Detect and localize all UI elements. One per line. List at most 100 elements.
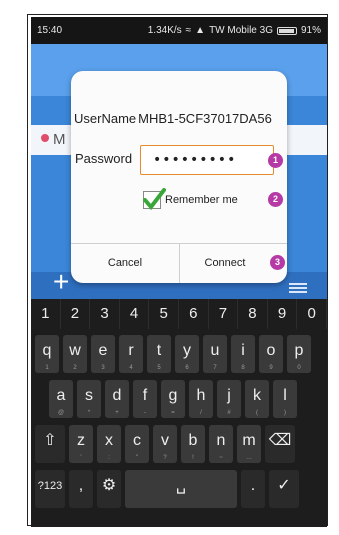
key-g[interactable]: g = bbox=[161, 380, 185, 418]
key-label: q bbox=[42, 342, 52, 359]
key-sublabel: * bbox=[87, 410, 91, 416]
key-k[interactable]: k( bbox=[245, 380, 269, 418]
number-key[interactable]: 0 bbox=[297, 299, 327, 329]
key-label: s bbox=[85, 387, 93, 404]
key-sublabel: 0 bbox=[297, 365, 301, 371]
key-h[interactable]: h / bbox=[189, 380, 213, 418]
key-sublabel: 2 bbox=[73, 365, 77, 371]
key-label: y bbox=[183, 342, 191, 359]
key-sublabel: @ bbox=[57, 410, 65, 416]
number-key[interactable]: 2 bbox=[61, 299, 91, 329]
battery-icon bbox=[276, 26, 297, 35]
status-speed: 1.34K/s bbox=[147, 25, 182, 36]
space-key[interactable]: ␣ bbox=[125, 470, 237, 508]
step-badge-3: 3 bbox=[270, 255, 285, 270]
on-screen-keyboard: 1234567890 q1w2e3r4t5y6u7i8o9p0 a @ s * d + f -… bbox=[31, 299, 327, 527]
key-sublabel: " bbox=[135, 455, 139, 461]
connect-button[interactable]: Connect bbox=[180, 243, 270, 283]
password-value: ••••••••• bbox=[153, 152, 237, 168]
key-b[interactable]: b! bbox=[181, 425, 205, 463]
key-label: k bbox=[253, 387, 261, 404]
key-label: v bbox=[161, 432, 169, 449]
key-sublabel: 5 bbox=[157, 365, 161, 371]
key-i[interactable]: i8 bbox=[231, 335, 255, 373]
number-key[interactable]: 1 bbox=[31, 299, 61, 329]
key-j[interactable]: j # bbox=[217, 380, 241, 418]
key-sublabel: ! bbox=[192, 455, 194, 461]
key-n[interactable]: n ~ bbox=[209, 425, 233, 463]
key-sublabel: 1 bbox=[45, 365, 49, 371]
login-dialog: UserName MHB1-5CF37017DA56 Password •••••… bbox=[71, 71, 287, 283]
status-time: 15:40 bbox=[37, 25, 63, 36]
key-m[interactable]: m… bbox=[237, 425, 261, 463]
key-label: e bbox=[98, 342, 108, 359]
password-label: Password bbox=[75, 151, 133, 166]
key-label: g bbox=[168, 387, 178, 404]
key-z[interactable]: z ' bbox=[69, 425, 93, 463]
key-sublabel: 6 bbox=[185, 365, 189, 371]
globe-icon[interactable]: ⚙ bbox=[97, 470, 121, 508]
key-sublabel: ) bbox=[284, 410, 286, 416]
key-sublabel: # bbox=[227, 410, 231, 416]
key-sublabel: - bbox=[144, 410, 146, 416]
period-key[interactable]: . bbox=[241, 470, 265, 508]
key-sublabel: / bbox=[200, 410, 202, 416]
number-key[interactable]: 3 bbox=[90, 299, 120, 329]
key-label: f bbox=[142, 387, 148, 404]
keyboard-row-2: a @ s * d + f - g = h / j # k(l) bbox=[49, 380, 301, 418]
key-u[interactable]: u7 bbox=[203, 335, 227, 373]
status-carrier: TW Mobile 3G bbox=[209, 25, 273, 36]
menu-icon[interactable] bbox=[289, 283, 307, 293]
list-item-label: M bbox=[53, 131, 66, 148]
key-label: i bbox=[241, 342, 245, 359]
number-key[interactable]: 5 bbox=[149, 299, 179, 329]
key-d[interactable]: d + bbox=[105, 380, 129, 418]
keyboard-row-1: q1w2e3r4t5y6u7i8o9p0 bbox=[35, 335, 315, 373]
key-e[interactable]: e3 bbox=[91, 335, 115, 373]
number-key[interactable]: 9 bbox=[268, 299, 298, 329]
key-label: r bbox=[128, 342, 134, 359]
number-row: 1234567890 bbox=[31, 299, 327, 329]
key-t[interactable]: t5 bbox=[147, 335, 171, 373]
key-v[interactable]: v? bbox=[153, 425, 177, 463]
number-key[interactable]: 7 bbox=[209, 299, 239, 329]
cancel-button[interactable]: Cancel bbox=[71, 243, 179, 283]
key-sublabel: 3 bbox=[101, 365, 105, 371]
comma-key[interactable]: , bbox=[69, 470, 93, 508]
number-key[interactable]: 8 bbox=[238, 299, 268, 329]
key-r[interactable]: r4 bbox=[119, 335, 143, 373]
remember-me-checkbox[interactable]: Remember me bbox=[143, 188, 238, 211]
shift-key[interactable]: ⇧ bbox=[35, 425, 65, 463]
key-c[interactable]: c " bbox=[125, 425, 149, 463]
key-label: m bbox=[242, 432, 256, 449]
username-field[interactable]: MHB1-5CF37017DA56 bbox=[138, 111, 272, 126]
keyboard-row-3: ⇧ z ' x: c " v? b! n ~ m… ⌫ bbox=[35, 425, 299, 463]
enter-key[interactable]: ✓ bbox=[269, 470, 299, 508]
status-bar: 15:40 1.34K/s ≈ ▲ TW Mobile 3G 91% bbox=[31, 17, 327, 44]
keyboard-row-4: ?123 , ⚙ ␣ . ✓ bbox=[35, 470, 303, 508]
key-sublabel: … bbox=[246, 455, 252, 461]
key-y[interactable]: y6 bbox=[175, 335, 199, 373]
number-key[interactable]: 4 bbox=[120, 299, 150, 329]
key-w[interactable]: w2 bbox=[63, 335, 87, 373]
key-s[interactable]: s * bbox=[77, 380, 101, 418]
key-label: t bbox=[156, 342, 162, 359]
key-l[interactable]: l) bbox=[273, 380, 297, 418]
password-field[interactable]: ••••••••• bbox=[140, 145, 274, 175]
number-key[interactable]: 6 bbox=[179, 299, 209, 329]
key-o[interactable]: o9 bbox=[259, 335, 283, 373]
status-dot-icon bbox=[41, 134, 49, 142]
key-sublabel: + bbox=[115, 410, 119, 416]
key-a[interactable]: a @ bbox=[49, 380, 73, 418]
key-q[interactable]: q1 bbox=[35, 335, 59, 373]
key-f[interactable]: f- bbox=[133, 380, 157, 418]
key-label: c bbox=[133, 432, 141, 449]
symbols-key[interactable]: ?123 bbox=[35, 470, 65, 508]
backspace-key[interactable]: ⌫ bbox=[265, 425, 295, 463]
key-x[interactable]: x: bbox=[97, 425, 121, 463]
username-row: UserName MHB1-5CF37017DA56 bbox=[74, 111, 272, 126]
key-label: z bbox=[77, 432, 85, 449]
key-p[interactable]: p0 bbox=[287, 335, 311, 373]
add-icon[interactable]: + bbox=[53, 267, 69, 297]
step-badge-1: 1 bbox=[268, 153, 283, 168]
